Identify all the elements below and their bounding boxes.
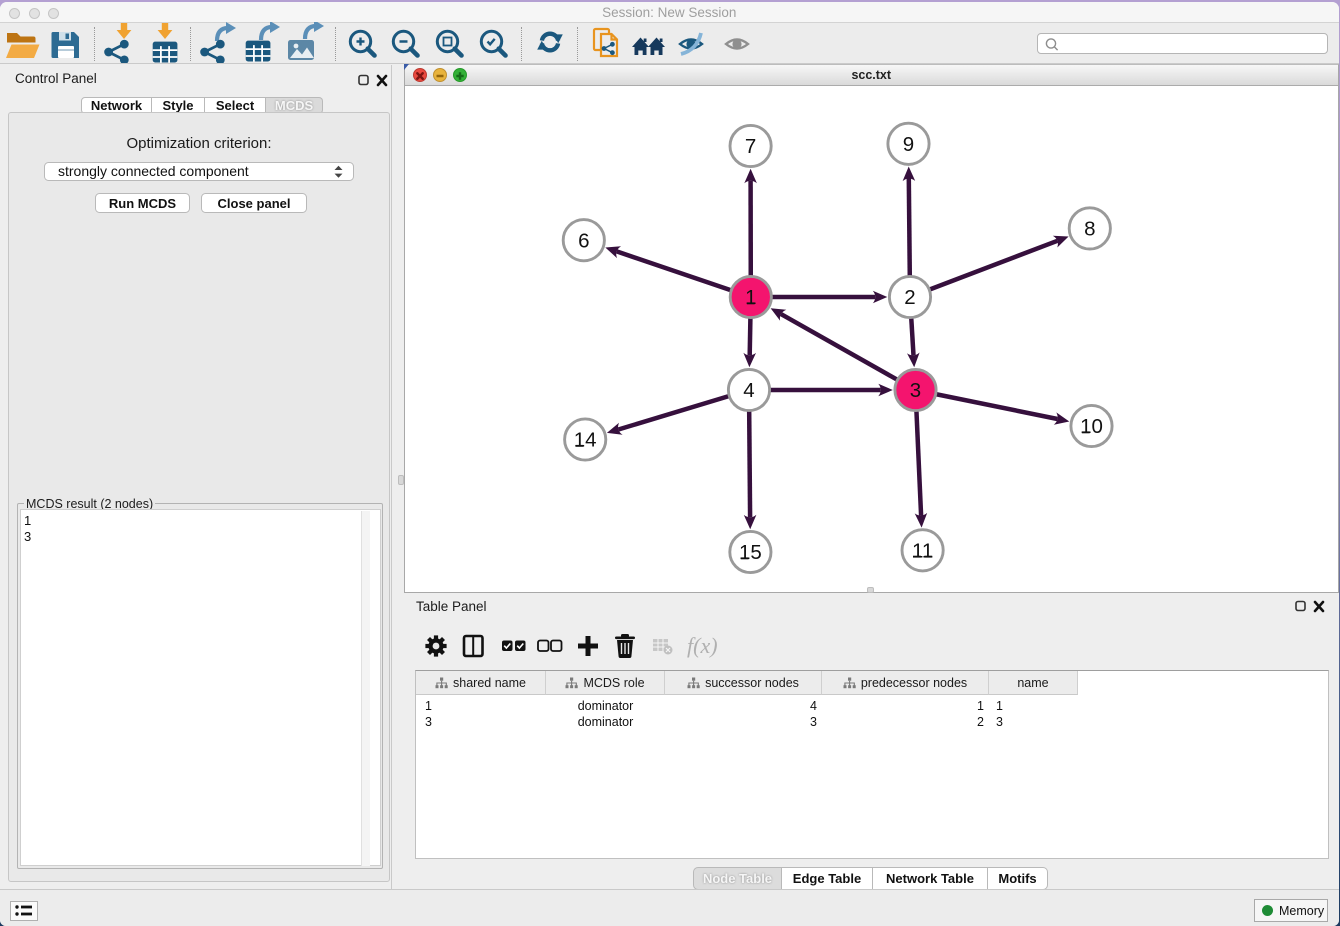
- svg-text:6: 6: [578, 229, 589, 252]
- svg-text:2: 2: [904, 286, 915, 309]
- svg-text:7: 7: [745, 135, 756, 158]
- svg-text:14: 14: [574, 429, 597, 452]
- svg-text:4: 4: [743, 379, 754, 402]
- svg-text:8: 8: [1084, 218, 1095, 241]
- svg-text:15: 15: [739, 541, 762, 564]
- svg-text:11: 11: [912, 540, 933, 563]
- svg-text:10: 10: [1080, 415, 1103, 438]
- svg-text:1: 1: [745, 286, 756, 309]
- svg-text:f(x): f(x): [687, 633, 718, 658]
- svg-text:9: 9: [903, 133, 914, 156]
- svg-text:3: 3: [910, 379, 921, 402]
